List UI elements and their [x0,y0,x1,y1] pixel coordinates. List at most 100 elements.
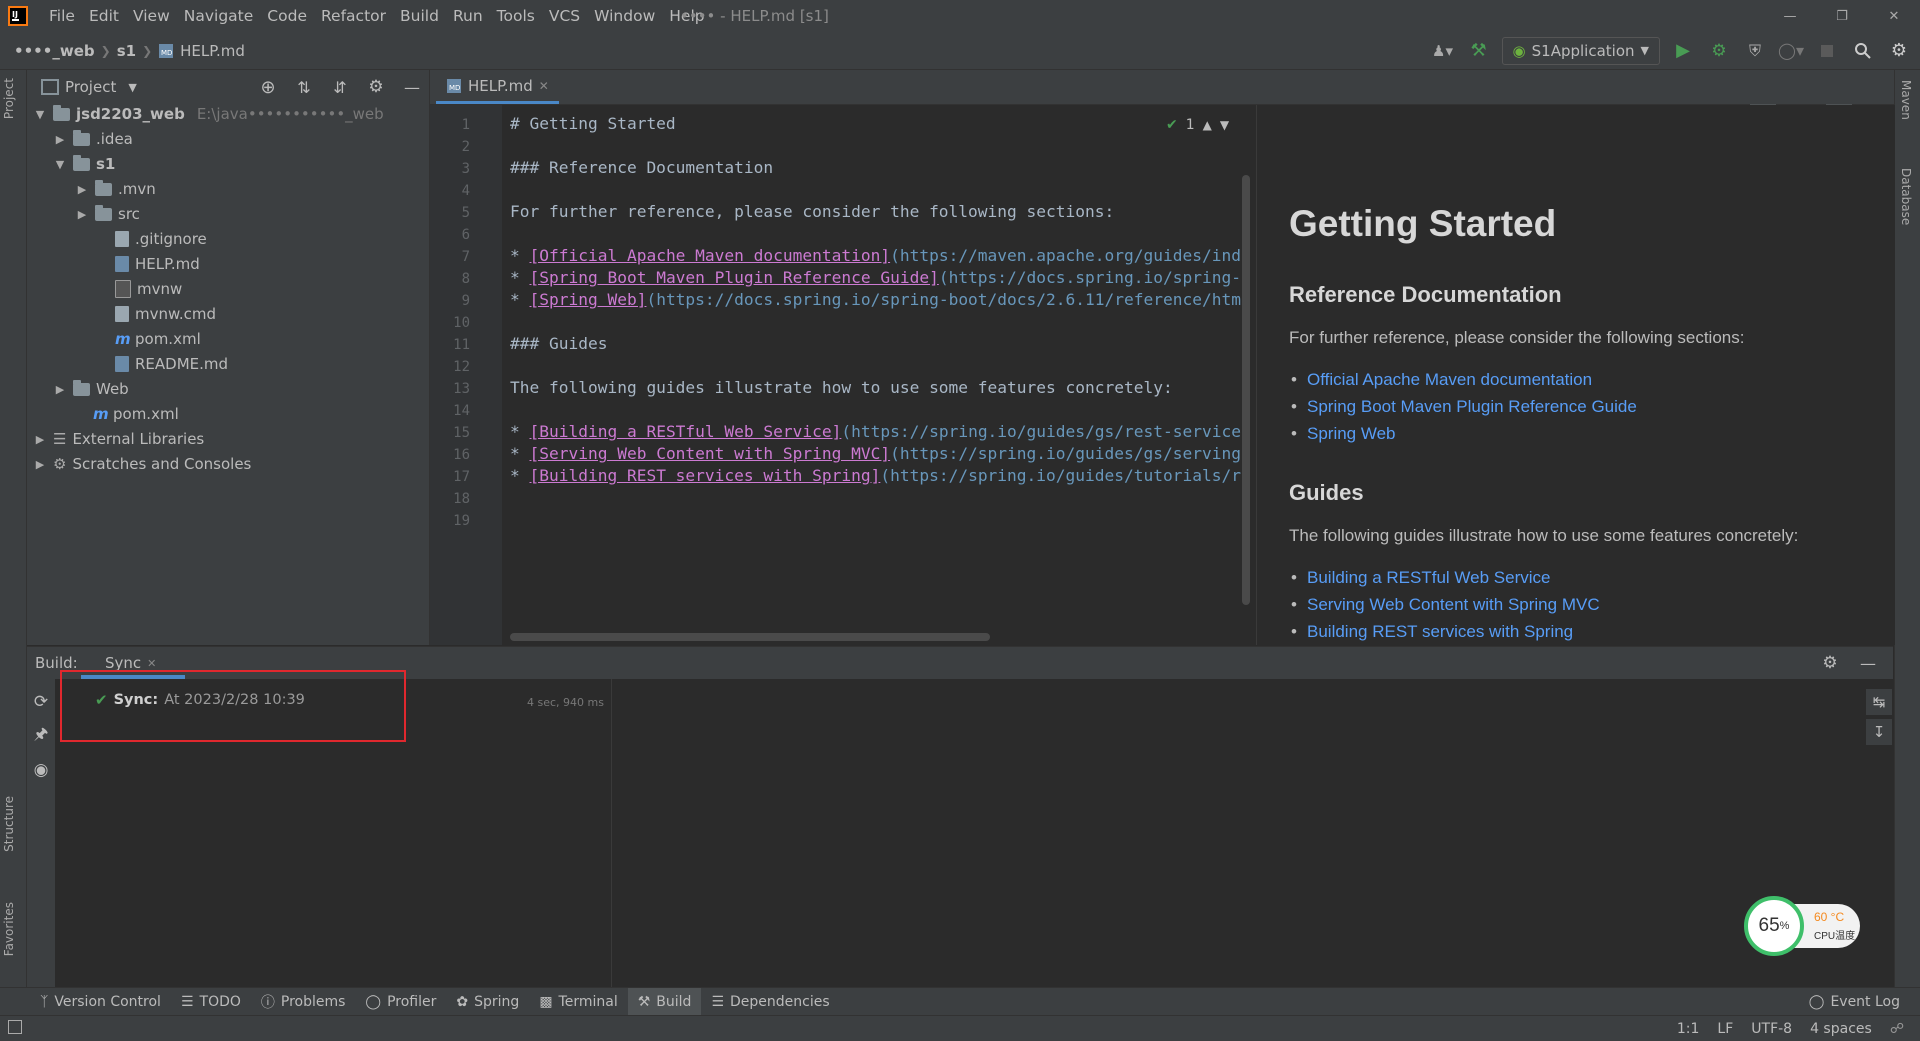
md-link-text[interactable]: [Building REST services with Spring] [530,466,881,485]
tree-item-web[interactable]: ▶ Web [53,377,129,401]
project-settings-button[interactable]: ⚙ [363,74,389,100]
indent-setting[interactable]: 4 spaces [1810,1021,1872,1037]
run-button[interactable]: ▶ [1670,38,1696,64]
menu-vcs[interactable]: VCS [542,7,587,25]
debug-button[interactable]: ⚙ [1706,38,1732,64]
minimize-button[interactable]: — [1764,0,1816,32]
tree-item-root[interactable]: ▼ jsd2203_web E:\java•••••••••••_web [33,102,384,126]
tree-item-help-md[interactable]: HELP.md [95,252,200,276]
tree-item-src[interactable]: ▶ src [75,202,140,226]
preview-link[interactable]: Serving Web Content with Spring MVC [1291,595,1600,615]
tool-event-log[interactable]: ◯ Event Log [1809,988,1900,1016]
tree-item-mvnw-cmd[interactable]: mvnw.cmd [95,302,216,326]
menu-window[interactable]: Window [587,7,662,25]
preview-link[interactable]: Building a RESTful Web Service [1291,568,1550,588]
tool-tab-maven[interactable]: Maven [1899,80,1913,120]
tool-build[interactable]: ⚒ Build [627,988,702,1016]
tool-tab-favorites[interactable]: Favorites [2,902,16,956]
soft-wrap-button[interactable]: ↹ [1866,689,1892,715]
tool-problems[interactable]: ⓘ Problems [251,988,356,1016]
tool-tab-database[interactable]: Database [1899,168,1913,225]
collapse-all-button[interactable]: ⇵ [327,74,353,100]
tree-item-scratches[interactable]: ▶ ⚙ Scratches and Consoles [33,452,252,476]
tree-item-mvnw[interactable]: mvnw [95,277,182,301]
tree-item-external-libraries[interactable]: ▶ ☰ External Libraries [33,427,204,451]
preview-link[interactable]: Building REST services with Spring [1291,622,1573,642]
tool-todo[interactable]: ☰ TODO [171,988,251,1016]
hide-build-button[interactable]: — [1855,650,1881,676]
stop-button[interactable] [1814,38,1840,64]
tree-item-readme[interactable]: README.md [95,352,228,376]
profiler-button[interactable]: ◯▾ [1778,38,1804,64]
tool-tab-project[interactable]: Project [2,78,16,119]
tool-spring[interactable]: ✿ Spring [446,988,529,1016]
menu-file[interactable]: File [42,7,82,25]
search-everywhere-button[interactable] [1850,38,1876,64]
breadcrumb-project[interactable]: ••••_web [14,42,95,60]
file-encoding[interactable]: UTF-8 [1751,1021,1792,1037]
close-icon[interactable]: ✕ [539,79,549,93]
breadcrumb-module[interactable]: s1 [117,42,136,60]
restore-button[interactable]: ❐ [1816,0,1868,32]
toggle-view-button[interactable]: ◉ [28,757,54,783]
expand-all-button[interactable]: ⇅ [291,74,317,100]
project-view-selector[interactable]: Project ▼ [41,70,137,104]
tree-item-pom-root[interactable]: m pom.xml [73,402,179,426]
inspection-widget[interactable]: ✔ 1 ▲ ▼ [1166,117,1229,133]
md-link-text[interactable]: [Spring Boot Maven Plugin Reference Guid… [530,268,939,287]
add-user-button[interactable]: ♟▾ [1430,38,1456,64]
coverage-button[interactable]: ⛨ [1742,38,1768,64]
preview-link[interactable]: Official Apache Maven documentation [1291,370,1592,390]
tool-terminal[interactable]: ▩ Terminal [529,988,627,1016]
tree-item-gitignore[interactable]: .gitignore [95,227,207,251]
menu-edit[interactable]: Edit [82,7,126,25]
menu-build[interactable]: Build [393,7,446,25]
horizontal-scrollbar[interactable] [510,633,990,641]
lock-icon[interactable]: ☍ [1890,1021,1904,1037]
tool-profiler[interactable]: ◯ Profiler [355,988,446,1016]
build-project-button[interactable]: ⚒ [1466,38,1492,64]
toggle-tool-windows-icon[interactable] [8,1020,22,1034]
hide-panel-button[interactable]: — [399,74,425,100]
tree-item-idea[interactable]: ▶ .idea [53,127,133,151]
preview-link[interactable]: Spring Web [1291,424,1395,444]
chevron-up-icon[interactable]: ▲ [1203,118,1212,132]
settings-button[interactable]: ⚙ [1886,38,1912,64]
tree-item-s1[interactable]: ▼ s1 [53,152,115,176]
markdown-file-icon: MD [158,43,174,59]
close-icon[interactable]: ✕ [147,657,156,670]
build-settings-button[interactable]: ⚙ [1817,650,1843,676]
run-configuration-select[interactable]: ◉ S1Application ▼ [1501,36,1660,65]
tab-help-md[interactable]: MD HELP.md ✕ [436,70,559,104]
menu-navigate[interactable]: Navigate [177,7,261,25]
tool-version-control[interactable]: ᛉ Version Control [30,988,171,1016]
tool-dependencies[interactable]: ☰ Dependencies [701,988,839,1016]
tree-item-pom-s1[interactable]: m pom.xml [95,327,201,351]
menu-run[interactable]: Run [446,7,490,25]
caret-position[interactable]: 1:1 [1677,1021,1700,1037]
md-link-text[interactable]: [Serving Web Content with Spring MVC] [530,444,891,463]
rerun-sync-button[interactable]: ⟳ [28,689,54,715]
tree-item-mvn[interactable]: ▶ .mvn [75,177,156,201]
md-link-text[interactable]: [Official Apache Maven documentation] [530,246,891,265]
menu-refactor[interactable]: Refactor [314,7,393,25]
library-icon: ☰ [53,430,67,448]
check-icon: ✔ [1166,117,1178,133]
menu-tools[interactable]: Tools [490,7,542,25]
md-link-text[interactable]: [Spring Web] [530,290,647,309]
tool-tab-structure[interactable]: Structure [2,796,16,852]
pin-button[interactable]: 🖈 [28,723,54,749]
md-link-text[interactable]: [Building a RESTful Web Service] [530,422,842,441]
scroll-to-end-button[interactable]: ↧ [1866,719,1892,745]
markdown-editor[interactable]: 1 2 3 4 5 6 7 8 9 10 11 12 13 14 15 16 1… [430,105,1256,645]
chevron-down-icon[interactable]: ▼ [1220,118,1229,132]
close-icon: ✕ [1888,8,1900,24]
locate-file-button[interactable]: ⊕ [255,74,281,100]
preview-link[interactable]: Spring Boot Maven Plugin Reference Guide [1291,397,1637,417]
menu-view[interactable]: View [126,7,177,25]
close-window-button[interactable]: ✕ [1868,0,1920,32]
vertical-scrollbar[interactable] [1242,175,1250,605]
line-separator[interactable]: LF [1717,1021,1733,1037]
breadcrumb-file[interactable]: HELP.md [180,42,245,60]
menu-code[interactable]: Code [260,7,314,25]
